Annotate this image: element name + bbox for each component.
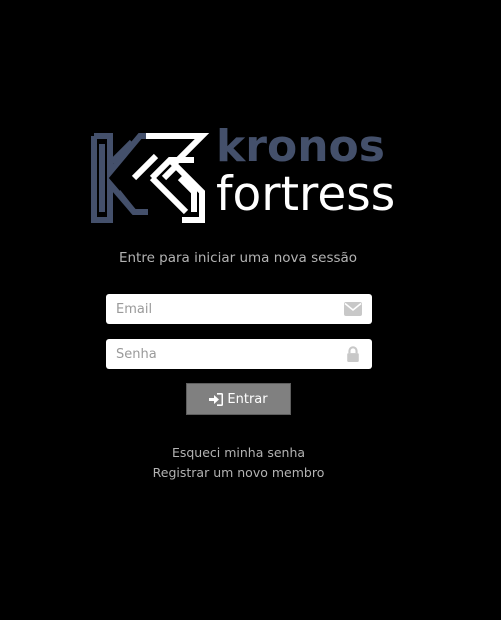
k-maze-logo-icon: [91, 133, 210, 223]
email-field-container: [106, 294, 372, 324]
brand-logo: kronos fortress: [90, 121, 395, 224]
password-field-container: [106, 339, 372, 369]
password-input[interactable]: [106, 339, 336, 369]
login-subtitle: Entre para iniciar uma nova sessão: [118, 250, 358, 266]
lock-icon: [347, 346, 359, 362]
envelope-icon: [344, 302, 362, 316]
login-page: kronos fortress Entre para iniciar uma n…: [0, 0, 501, 620]
brand-name-fortress: fortress: [216, 167, 396, 222]
enter-button[interactable]: Entrar: [186, 383, 291, 415]
email-input[interactable]: [106, 294, 336, 324]
enter-button-label: Entrar: [227, 391, 268, 407]
register-member-link[interactable]: Registrar um novo membro: [0, 464, 477, 482]
forgot-password-link[interactable]: Esqueci minha senha: [0, 444, 477, 462]
sign-in-icon: [209, 392, 224, 406]
